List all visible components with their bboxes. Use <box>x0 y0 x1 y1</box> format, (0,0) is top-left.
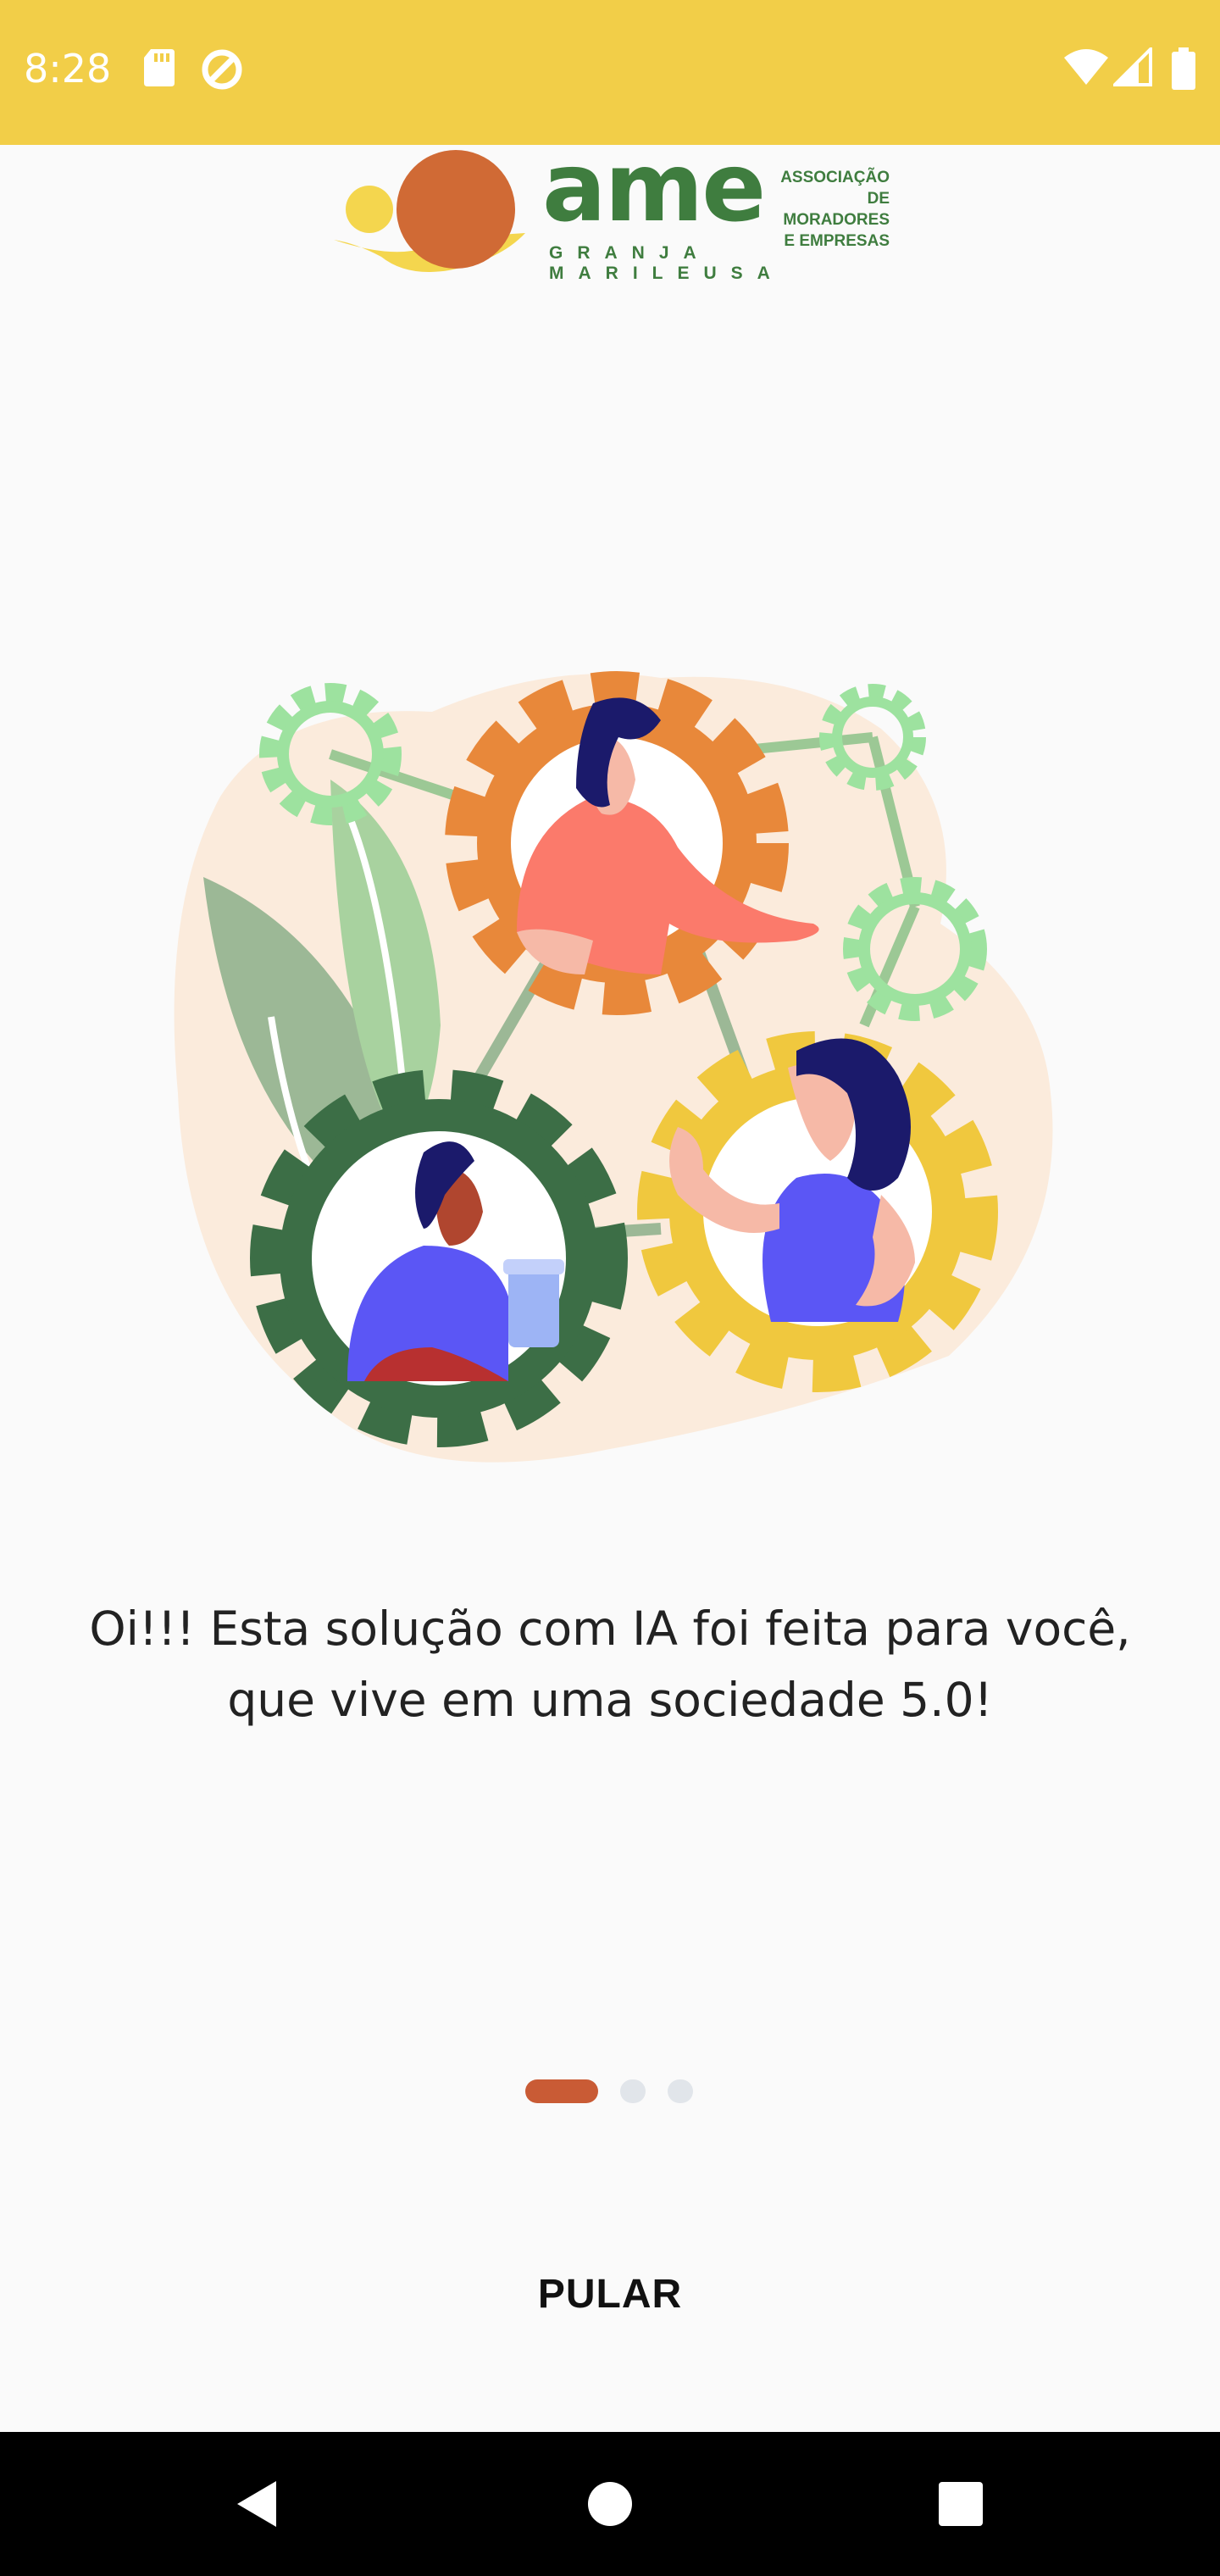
logo-subtitle: ASSOCIAÇÃO DE MORADORES E EMPRESAS <box>762 167 890 252</box>
page-dot-active <box>525 2079 598 2103</box>
logo-place: GRANJA MARILEUSA <box>549 243 785 283</box>
people-in-connected-gears-illustration <box>174 671 1053 1463</box>
page-dot <box>668 2079 693 2103</box>
back-icon[interactable] <box>169 2432 339 2576</box>
cell-signal-icon <box>1113 47 1152 86</box>
onboarding-message: Oi!!! Esta solução com IA foi feita para… <box>51 1593 1169 1735</box>
battery-icon <box>1172 47 1195 90</box>
logo-subtitle-line: MORADORES <box>783 211 890 229</box>
logo-wordmark: ame <box>542 133 766 243</box>
sd-card-icon <box>144 49 175 86</box>
page-dot <box>620 2079 646 2103</box>
home-icon[interactable] <box>525 2432 695 2576</box>
message-line: que vive em uma sociedade 5.0! <box>227 1673 993 1727</box>
system-nav-bar <box>0 2432 1220 2576</box>
data-saver-icon <box>202 49 242 90</box>
status-time: 8:28 <box>24 46 112 92</box>
logo-subtitle-line: ASSOCIAÇÃO DE <box>780 169 890 208</box>
recents-icon[interactable] <box>876 2432 1045 2576</box>
sun-logo-icon <box>334 150 525 272</box>
skip-button[interactable]: PULAR <box>483 2271 737 2318</box>
message-line: Oi!!! Esta solução com IA foi feita para… <box>89 1602 1131 1656</box>
wifi-icon <box>1064 49 1108 85</box>
brand-logo: ame ASSOCIAÇÃO DE MORADORES E EMPRESAS G… <box>330 133 907 284</box>
status-bar: 8:28 <box>0 0 1220 145</box>
